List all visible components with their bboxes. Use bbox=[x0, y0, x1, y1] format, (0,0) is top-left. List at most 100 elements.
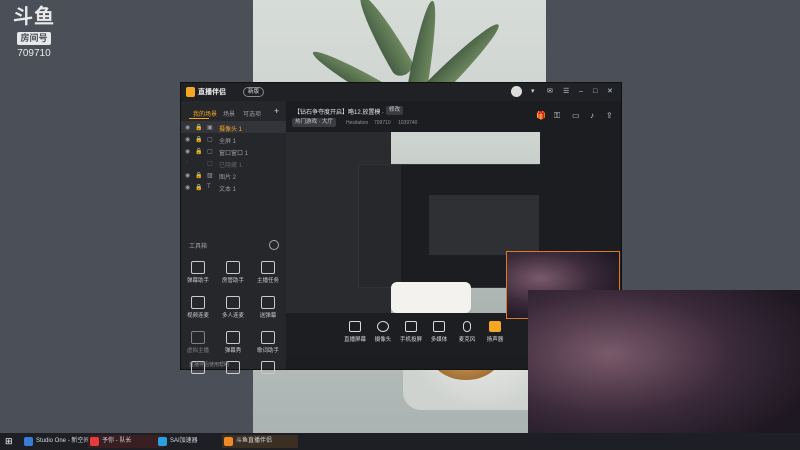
source-label: 已隐藏 1 bbox=[219, 163, 243, 169]
button-label: 扬声器 bbox=[486, 337, 504, 343]
car-icon bbox=[261, 361, 275, 374]
close-icon[interactable]: ✕ bbox=[607, 87, 613, 96]
speaker-button[interactable]: 扬声器 bbox=[480, 321, 510, 343]
tool-video-link[interactable]: 视频连麦 bbox=[183, 296, 213, 319]
toolbox-title: 工具箱 bbox=[189, 244, 208, 250]
taskbar-item[interactable]: SAI加速器 bbox=[156, 435, 232, 448]
source-item[interactable]: ◉ 🔒 T 文本 1 bbox=[185, 183, 285, 193]
tool-tasks[interactable]: 主播任务 bbox=[253, 261, 283, 284]
button-label: 多媒体 bbox=[430, 337, 448, 343]
room-label: 房间号 bbox=[17, 32, 51, 45]
taskbar-label: SAI加速器 bbox=[170, 438, 198, 444]
tool-label: 房管助手 bbox=[221, 278, 244, 284]
username: Hesitation bbox=[346, 120, 369, 126]
eye-icon[interactable]: ◉ bbox=[185, 184, 190, 191]
gift-icon[interactable]: 🎁 bbox=[536, 111, 546, 120]
source-item[interactable]: ◉ 🔒 ▨ 图片 2 bbox=[185, 171, 285, 181]
eye-icon[interactable]: ◉ bbox=[185, 172, 190, 179]
taskbar-item[interactable]: Studio One - 新空间 bbox=[22, 435, 98, 448]
share-icon[interactable]: ⇪ bbox=[606, 111, 613, 120]
media-button[interactable]: 多媒体 bbox=[424, 321, 454, 343]
tool-label: 主播任务 bbox=[256, 278, 279, 284]
tab-scenes[interactable]: 场景 bbox=[223, 109, 235, 118]
menu-icon[interactable]: ☰ bbox=[563, 87, 569, 96]
show-icon bbox=[226, 331, 240, 344]
speaker-icon bbox=[489, 321, 501, 332]
version-badge[interactable]: 新版 bbox=[243, 87, 265, 97]
lock-icon[interactable]: 🔒 bbox=[195, 184, 202, 191]
tool-label: 虚拟主播 bbox=[186, 348, 209, 354]
source-item[interactable]: ◉ 🔒 ▣ 摄像头 1 bbox=[185, 123, 285, 133]
eye-icon[interactable]: ◉ bbox=[185, 124, 190, 131]
maximize-icon[interactable]: □ bbox=[593, 87, 597, 96]
taskbar-label: Studio One - 新空间 bbox=[36, 438, 90, 444]
screen-icon bbox=[349, 321, 361, 332]
stream-title[interactable]: 【钻石争夺度开启】略12.放置模 · bbox=[294, 107, 384, 116]
send-icon bbox=[261, 296, 275, 309]
tool-label: 视频连麦 bbox=[186, 313, 209, 319]
taskbar-item[interactable]: 斗鱼直播伴侣 bbox=[222, 435, 298, 448]
bell-icon[interactable]: ♪ bbox=[590, 111, 594, 120]
avatar[interactable] bbox=[511, 86, 522, 97]
tab-my-scenes[interactable]: 我的场景 bbox=[193, 109, 217, 118]
mic-button[interactable]: 麦克风 bbox=[452, 321, 482, 343]
mail-icon[interactable]: ✉ bbox=[547, 87, 553, 96]
screen-icon: ▢ bbox=[207, 137, 213, 143]
room-id: 709710 bbox=[374, 120, 391, 126]
lock-icon[interactable]: ⚿ bbox=[554, 111, 560, 120]
more-icon[interactable] bbox=[269, 240, 279, 250]
status-text[interactable]: 直播伴侣使用帮助 bbox=[189, 361, 229, 368]
tool-room-admin[interactable]: 房管助手 bbox=[218, 261, 248, 284]
eye-icon[interactable]: ◉ bbox=[185, 148, 190, 155]
mic-icon bbox=[463, 321, 471, 332]
sai-accelerator-icon bbox=[158, 437, 167, 446]
taskbar-label: 予你 - 队长 bbox=[102, 438, 132, 444]
category-tag[interactable]: 热门游戏 · 大厅 bbox=[292, 118, 336, 127]
phone-icon bbox=[405, 321, 417, 332]
taskbar-label: 斗鱼直播伴侣 bbox=[236, 438, 273, 444]
camera-button[interactable]: 摄像头 bbox=[368, 321, 398, 343]
source-label: 文本 1 bbox=[219, 187, 237, 193]
image-icon: ▨ bbox=[207, 173, 213, 179]
multi-user-icon bbox=[226, 296, 240, 309]
camera-icon: ▣ bbox=[207, 125, 213, 131]
tool-car[interactable] bbox=[253, 361, 283, 376]
eye-off-icon[interactable]: ◌ bbox=[185, 160, 189, 166]
taskbar-item[interactable]: 予你 - 队长 bbox=[88, 435, 164, 448]
stream-preview[interactable] bbox=[286, 132, 540, 313]
minimize-icon[interactable]: – bbox=[579, 87, 583, 96]
windows-start-icon[interactable]: ⊞ bbox=[5, 436, 13, 446]
tool-multi-link[interactable]: 多人连麦 bbox=[218, 296, 248, 319]
lock-icon[interactable]: 🔒 bbox=[195, 148, 202, 155]
screen-icon[interactable]: ▭ bbox=[572, 111, 580, 120]
source-item[interactable]: ◉ 🔒 ▢ 全屏 1 bbox=[185, 135, 285, 145]
download-icon bbox=[191, 331, 205, 344]
leaf-shape bbox=[351, 0, 417, 80]
tool-label: 弹幕助手 bbox=[186, 278, 209, 284]
tool-label: 弹幕秀 bbox=[224, 348, 242, 354]
screen-share-button[interactable]: 直播屏幕 bbox=[340, 321, 370, 343]
edit-button[interactable]: 修改 bbox=[386, 106, 404, 115]
source-item[interactable]: ◉ 🔒 ▢ 窗口窗口 1 bbox=[185, 147, 285, 157]
nested-sidebar bbox=[359, 165, 401, 287]
tool-danmaku-show[interactable]: 弹幕秀 bbox=[218, 331, 248, 354]
button-label: 直播屏幕 bbox=[343, 337, 366, 343]
phone-cast-button[interactable]: 手机投屏 bbox=[396, 321, 426, 343]
add-icon[interactable]: + bbox=[274, 107, 279, 116]
source-label: 摄像头 1 bbox=[219, 127, 243, 133]
camera-icon bbox=[377, 321, 389, 332]
lock-icon[interactable]: 🔒 bbox=[195, 172, 202, 179]
tab-options[interactable]: 可选项 bbox=[243, 109, 261, 118]
chevron-down-icon[interactable]: ▾ bbox=[531, 87, 535, 96]
tool-virtual-host[interactable]: 虚拟主播 bbox=[183, 331, 213, 354]
taskbar: ⊞ Studio One - 新空间 予你 - 队长 SAI加速器 斗鱼直播伴侣 bbox=[0, 433, 800, 450]
tool-send[interactable]: 送弹幕 bbox=[253, 296, 283, 319]
tool-lyrics[interactable]: 歌词助手 bbox=[253, 331, 283, 354]
source-item[interactable]: ◌ ▢ 已隐藏 1 bbox=[185, 159, 285, 169]
eye-icon[interactable]: ◉ bbox=[185, 136, 190, 143]
lock-icon[interactable]: 🔒 bbox=[195, 124, 202, 131]
task-icon bbox=[261, 261, 275, 274]
preview-pot bbox=[391, 282, 471, 313]
lock-icon[interactable]: 🔒 bbox=[195, 136, 202, 143]
tool-danmaku[interactable]: 弹幕助手 bbox=[183, 261, 213, 284]
